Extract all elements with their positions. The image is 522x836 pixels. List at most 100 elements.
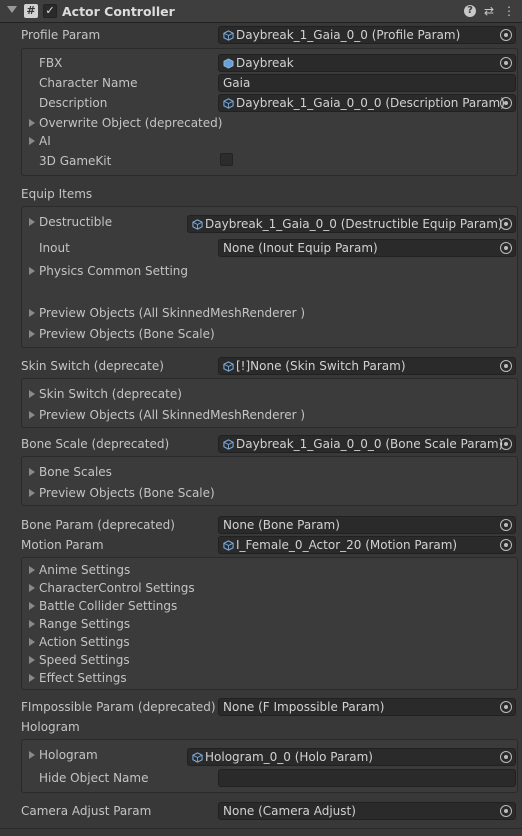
cube-icon [223,30,234,41]
skin-switch-value: [!]None (Skin Switch Param) [236,359,406,373]
motion-param-value: I_Female_0_Actor_20 (Motion Param) [236,538,458,552]
character-name-value: Gaia [223,76,251,90]
fbx-label: FBX [39,56,63,70]
foldout-arrow-icon[interactable] [29,137,35,145]
cube-icon [223,98,234,109]
hologram-value: Hologram_0_0 (Holo Param) [205,750,373,764]
hologram-foldout[interactable]: Hologram [39,748,98,762]
object-picker-icon[interactable] [500,539,512,551]
skin-switch-field[interactable]: [!]None (Skin Switch Param) [218,357,516,375]
object-picker-icon[interactable] [500,701,512,713]
skin-switch-foldout[interactable]: Skin Switch (deprecate) [39,387,182,401]
bone-scale-value: Daybreak_1_Gaia_0_0_0 (Bone Scale Param) [236,437,504,451]
object-picker-icon[interactable] [500,97,512,109]
object-picker-icon[interactable] [500,805,512,817]
object-picker-icon[interactable] [500,360,512,372]
description-value: Daybreak_1_Gaia_0_0_0 (Description Param… [236,96,505,110]
object-picker-icon[interactable] [500,519,512,531]
motion-item-effect[interactable]: Effect Settings [39,671,127,685]
cube-icon [223,540,234,551]
character-name-label: Character Name [39,76,138,90]
enabled-checkbox[interactable]: ✓ [43,4,57,18]
foldout-arrow-icon[interactable] [29,566,35,574]
cube-icon [192,752,203,763]
foldout-arrow-icon[interactable] [29,751,35,759]
component-bottom-divider [0,828,522,829]
bonescale-preview-foldout[interactable]: Preview Objects (Bone Scale) [39,486,215,500]
foldout-arrow-icon[interactable] [29,309,35,317]
foldout-arrow-icon[interactable] [29,390,35,398]
foldout-arrow-icon[interactable] [29,620,35,628]
object-picker-icon[interactable] [500,242,512,254]
context-menu-icon[interactable]: ⋮ [502,4,516,18]
physics-common-foldout[interactable]: Physics Common Setting [39,264,188,278]
bone-param-label: Bone Param (deprecated) [21,518,175,532]
skin-switch-label: Skin Switch (deprecate) [21,359,164,373]
bone-param-value: None (Bone Param) [223,518,340,532]
inout-field[interactable]: None (Inout Equip Param) [218,239,516,257]
gamekit-label: 3D GameKit [39,154,112,168]
foldout-arrow-icon[interactable] [29,674,35,682]
foldout-arrow-icon[interactable] [29,584,35,592]
object-picker-icon[interactable] [500,29,512,41]
object-picker-icon[interactable] [500,57,512,69]
cube-icon [223,361,234,372]
destructible-value: Daybreak_1_Gaia_0_0 (Destructible Equip … [205,217,503,231]
overwrite-object-foldout[interactable]: Overwrite Object (deprecated) [39,116,222,130]
destructible-field[interactable]: Daybreak_1_Gaia_0_0 (Destructible Equip … [187,215,516,233]
camera-adjust-label: Camera Adjust Param [21,804,152,818]
foldout-arrow-icon[interactable] [29,638,35,646]
foldout-arrow-icon[interactable] [29,119,35,127]
gamekit-checkbox[interactable] [220,153,233,166]
cube-icon [192,219,203,230]
profile-param-value: Daybreak_1_Gaia_0_0 (Profile Param) [236,28,461,42]
motion-item-range[interactable]: Range Settings [39,617,130,631]
foldout-arrow-icon[interactable] [29,411,35,419]
hide-object-name-field[interactable] [218,769,516,787]
foldout-arrow-icon[interactable] [29,330,35,338]
fbx-value: Daybreak [236,56,294,70]
ai-foldout[interactable]: AI [39,134,51,148]
foldout-arrow-icon[interactable] [29,267,35,275]
equip-items-label: Equip Items [21,187,93,201]
hologram-field[interactable]: Hologram_0_0 (Holo Param) [187,748,516,766]
object-picker-icon[interactable] [500,438,512,450]
description-field[interactable]: Daybreak_1_Gaia_0_0_0 (Description Param… [218,94,516,112]
component-title: Actor Controller [62,4,175,19]
fimpossible-param-value: None (F Impossible Param) [223,700,385,714]
preview-bone-foldout[interactable]: Preview Objects (Bone Scale) [39,327,215,341]
hologram-label: Hologram [21,720,80,734]
object-picker-icon[interactable] [500,218,512,230]
cube-icon [223,439,234,450]
foldout-arrow-icon[interactable] [29,218,35,226]
bone-scale-field[interactable]: Daybreak_1_Gaia_0_0_0 (Bone Scale Param) [218,435,516,453]
fimpossible-param-field[interactable]: None (F Impossible Param) [218,698,516,716]
help-icon[interactable]: ? [464,5,476,17]
motion-item-action[interactable]: Action Settings [39,635,130,649]
motion-item-charactercontrol[interactable]: CharacterControl Settings [39,581,195,595]
foldout-arrow-icon[interactable] [29,656,35,664]
inout-label: Inout [39,241,70,255]
destructible-foldout[interactable]: Destructible [39,215,112,229]
bone-param-field[interactable]: None (Bone Param) [218,516,516,534]
description-label: Description [39,96,108,110]
skin-preview-smr-foldout[interactable]: Preview Objects (All SkinnedMeshRenderer… [39,408,305,422]
camera-adjust-field[interactable]: None (Camera Adjust) [218,802,516,820]
object-picker-icon[interactable] [500,751,512,763]
motion-item-battle-collider[interactable]: Battle Collider Settings [39,599,177,613]
preset-settings-icon[interactable]: ⇄ [482,4,496,18]
foldout-arrow-icon[interactable] [7,6,17,13]
foldout-arrow-icon[interactable] [29,602,35,610]
preview-smr-foldout[interactable]: Preview Objects (All SkinnedMeshRenderer… [39,306,305,320]
bone-scales-foldout[interactable]: Bone Scales [39,465,112,479]
fimpossible-param-label: FImpossible Param (deprecated) [21,700,216,714]
character-name-field[interactable]: Gaia [218,74,516,92]
motion-param-field[interactable]: I_Female_0_Actor_20 (Motion Param) [218,536,516,554]
hide-object-name-label: Hide Object Name [39,771,149,785]
fbx-field[interactable]: Daybreak [218,54,516,72]
foldout-arrow-icon[interactable] [29,489,35,497]
motion-item-anime[interactable]: Anime Settings [39,563,130,577]
profile-param-field[interactable]: Daybreak_1_Gaia_0_0 (Profile Param) [218,26,516,44]
motion-item-speed[interactable]: Speed Settings [39,653,130,667]
foldout-arrow-icon[interactable] [29,468,35,476]
